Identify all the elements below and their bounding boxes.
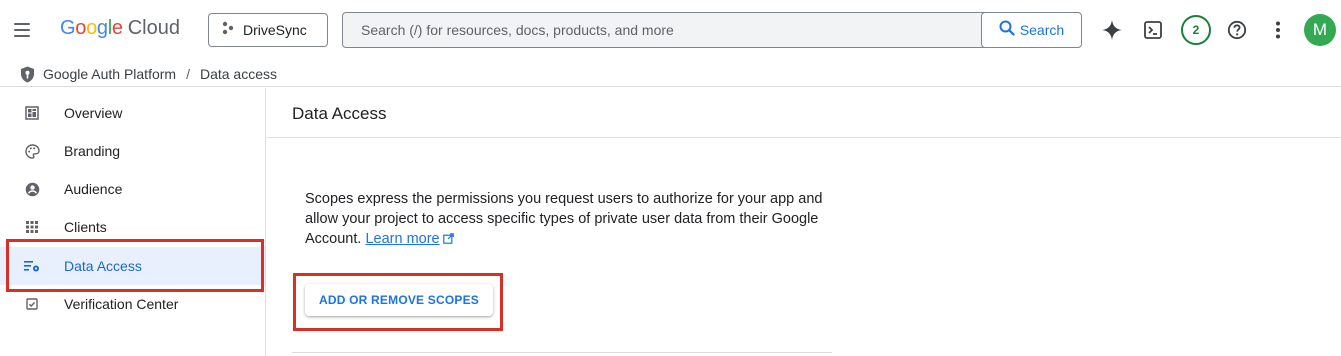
notifications-badge[interactable]: 2	[1181, 15, 1211, 45]
sidebar-item-audience[interactable]: Audience	[0, 170, 265, 208]
learn-more-link[interactable]: Learn more	[365, 231, 439, 247]
sidebar-item-clients[interactable]: Clients	[0, 208, 265, 246]
gemini-icon[interactable]	[1097, 15, 1127, 45]
sidebar-item-data-access[interactable]: Data Access	[0, 247, 265, 285]
shield-icon	[20, 66, 35, 83]
sidebar-item-overview[interactable]: Overview	[0, 94, 265, 132]
sidebar-item-label: Data Access	[64, 258, 142, 274]
breadcrumb: Google Auth Platform / Data access	[0, 62, 1341, 87]
more-options-icon[interactable]	[1263, 15, 1293, 45]
section-divider	[292, 352, 832, 353]
verification-icon	[24, 296, 40, 312]
sidebar-item-label: Overview	[64, 105, 123, 121]
sidebar-item-verification-center[interactable]: Verification Center	[0, 285, 265, 323]
palette-icon	[24, 143, 40, 159]
sidebar-item-branding[interactable]: Branding	[0, 132, 265, 170]
logo-google-letters: Google	[60, 17, 123, 39]
external-link-icon	[442, 230, 454, 250]
sidebar-item-label: Audience	[64, 181, 123, 197]
sidebar: Overview Branding Audience Clients Data …	[0, 88, 266, 356]
logo-cloud-text: Cloud	[127, 17, 180, 39]
breadcrumb-separator: /	[186, 66, 190, 82]
sidebar-item-label: Branding	[64, 143, 121, 159]
data-access-icon	[24, 258, 40, 274]
breadcrumb-root[interactable]: Google Auth Platform	[43, 66, 176, 82]
help-icon[interactable]	[1222, 15, 1252, 45]
main-menu-icon[interactable]	[10, 18, 34, 42]
account-circle-icon	[24, 181, 40, 197]
breadcrumb-current: Data access	[199, 66, 278, 82]
top-bar: Google Cloud DriveSync Search (/) for re…	[0, 0, 1341, 62]
search-input[interactable]	[343, 13, 980, 47]
search-button[interactable]: Search	[981, 12, 1082, 48]
project-name: DriveSync	[243, 22, 307, 38]
scopes-description: Scopes express the permissions you reque…	[305, 189, 835, 250]
dashboard-icon	[24, 105, 40, 121]
search-icon	[999, 20, 1015, 41]
sidebar-item-label: Clients	[64, 219, 107, 235]
page-title: Data Access	[292, 104, 387, 123]
project-icon	[221, 21, 235, 40]
apps-grid-icon	[24, 219, 40, 235]
sidebar-item-label: Verification Center	[64, 296, 179, 312]
search-button-label: Search	[1019, 22, 1065, 38]
project-picker-button[interactable]: DriveSync	[208, 13, 328, 47]
avatar[interactable]: M	[1304, 14, 1336, 46]
search-bar: Search	[342, 12, 1082, 48]
add-or-remove-scopes-button[interactable]: ADD OR REMOVE SCOPES	[305, 284, 493, 316]
google-cloud-logo[interactable]: Google Cloud	[60, 17, 180, 43]
cloud-shell-icon[interactable]	[1138, 15, 1168, 45]
title-divider	[267, 137, 1341, 138]
